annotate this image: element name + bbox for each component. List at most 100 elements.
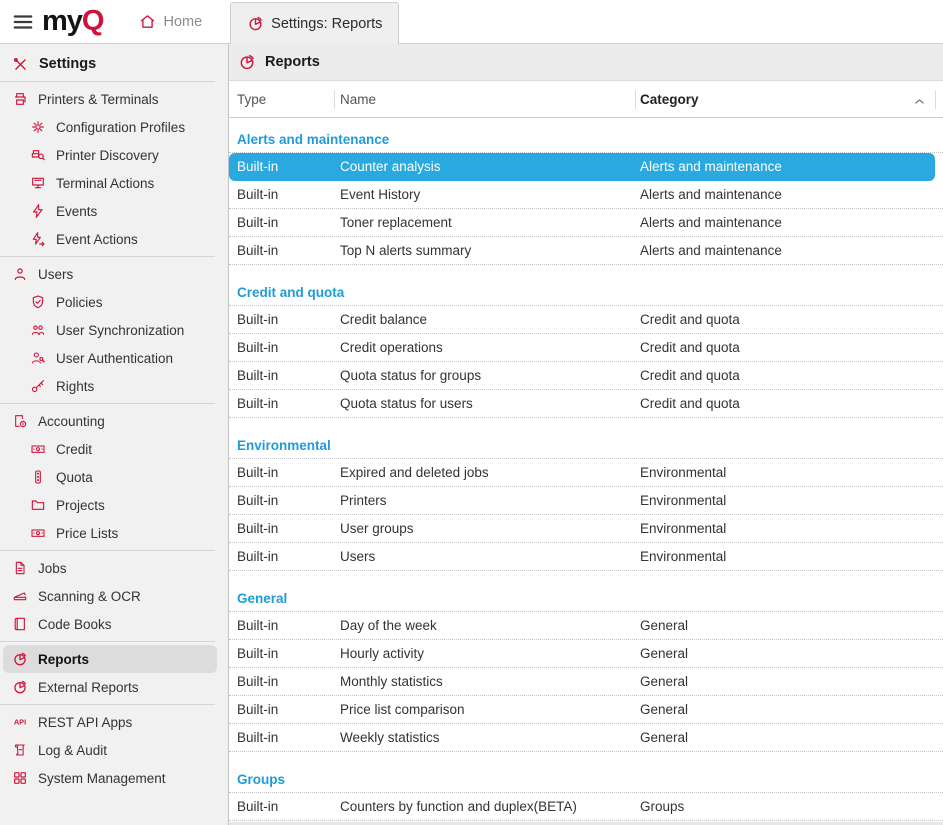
sidebar-item-configuration-profiles[interactable]: Configuration Profiles — [0, 113, 228, 141]
table-row[interactable]: Built-inUser groupsEnvironmental — [229, 515, 943, 543]
table-row[interactable]: Built-inEvent HistoryAlerts and maintena… — [229, 181, 943, 209]
sidebar-item-reports[interactable]: Reports — [3, 645, 217, 673]
table-row[interactable]: Built-inTop N alerts summaryAlerts and m… — [229, 237, 943, 265]
cell-type: Built-in — [237, 159, 340, 174]
sidebar-item-rest-api-apps[interactable]: REST API Apps — [0, 708, 228, 736]
table-row[interactable]: Built-inCounter analysisAlerts and maint… — [229, 153, 935, 181]
sidebar-item-jobs[interactable]: Jobs — [0, 554, 228, 582]
sidebar-item-label: User Authentication — [56, 351, 173, 366]
cell-category: Alerts and maintenance — [640, 159, 935, 174]
sidebar-item-label: REST API Apps — [38, 715, 132, 730]
pie-chart-icon — [12, 651, 28, 667]
sidebar-item-rights[interactable]: Rights — [0, 372, 228, 400]
table-group-environmental: Environmental Built-inExpired and deleted… — [229, 432, 943, 571]
printer-search-icon — [30, 147, 46, 163]
sidebar-item-scanning-ocr[interactable]: Scanning & OCR — [0, 582, 228, 610]
tab-label: Home — [163, 14, 202, 30]
cell-name: Credit balance — [340, 312, 640, 327]
sidebar-item-log-audit[interactable]: Log & Audit — [0, 736, 228, 764]
tab-home[interactable]: Home — [123, 0, 218, 44]
banknote-icon — [30, 441, 46, 457]
cell-name: Monthly statistics — [340, 674, 640, 689]
top-bar: myQ Home Settings: Reports — [0, 0, 943, 44]
sidebar-item-system-management[interactable]: System Management — [0, 764, 228, 792]
sidebar-item-user-synchronization[interactable]: User Synchronization — [0, 316, 228, 344]
cell-category: General — [640, 646, 943, 661]
users-icon — [30, 322, 46, 338]
table-row[interactable]: Built-inCounters by function and duplex(… — [229, 793, 943, 821]
sidebar-item-policies[interactable]: Policies — [0, 288, 228, 316]
pie-chart-icon — [247, 15, 264, 32]
table-row[interactable]: Built-inQuota status for groupsCredit an… — [229, 362, 943, 390]
sidebar-item-label: Scanning & OCR — [38, 589, 141, 604]
grid-icon — [12, 770, 28, 786]
sidebar-item-label: Event Actions — [56, 232, 138, 247]
column-divider — [635, 90, 636, 109]
table-row[interactable]: Built-inUsersEnvironmental — [229, 543, 943, 571]
cell-type: Built-in — [237, 702, 340, 717]
cell-name: Weekly statistics — [340, 730, 640, 745]
table-row[interactable]: Built-inExpired and deleted jobsEnvironm… — [229, 459, 943, 487]
sidebar-item-external-reports[interactable]: External Reports — [0, 673, 228, 701]
column-header-name[interactable]: Name — [340, 92, 640, 107]
printer-icon — [12, 91, 28, 107]
scroll-icon — [12, 742, 28, 758]
sidebar-item-price-lists[interactable]: Price Lists — [0, 519, 228, 547]
sidebar-item-user-authentication[interactable]: User Authentication — [0, 344, 228, 372]
reports-table: Alerts and maintenanceBuilt-inCounter an… — [229, 118, 943, 822]
table-row[interactable]: Built-inPrice list comparisonGeneral — [229, 696, 943, 724]
menu-button[interactable] — [8, 7, 38, 37]
sort-ascending-icon[interactable] — [912, 94, 927, 109]
myq-logo[interactable]: myQ — [42, 7, 103, 36]
sidebar-item-projects[interactable]: Projects — [0, 491, 228, 519]
sidebar-item-code-books[interactable]: Code Books — [0, 610, 228, 638]
cell-category: Credit and quota — [640, 396, 943, 411]
sidebar-item-label: Credit — [56, 442, 92, 457]
table-row[interactable]: Built-inWeekly statisticsGeneral — [229, 724, 943, 752]
cell-category: General — [640, 618, 943, 633]
table-row[interactable]: Built-inQuota status for usersCredit and… — [229, 390, 943, 418]
user-key-icon — [30, 350, 46, 366]
shield-check-icon — [30, 294, 46, 310]
sidebar-item-quota[interactable]: Quota — [0, 463, 228, 491]
table-row[interactable]: Built-inPrintersEnvironmental — [229, 487, 943, 515]
sidebar-item-event-actions[interactable]: Event Actions — [0, 225, 228, 253]
document-coin-icon — [12, 413, 28, 429]
sidebar-separator — [0, 641, 215, 642]
hamburger-icon — [12, 11, 34, 33]
table-row[interactable]: Built-inMonthly statisticsGeneral — [229, 668, 943, 696]
document-icon — [12, 560, 28, 576]
sidebar-item-label: System Management — [38, 771, 166, 786]
sidebar-item-events[interactable]: Events — [0, 197, 228, 225]
table-row[interactable]: Built-inHourly activityGeneral — [229, 640, 943, 668]
sidebar-item-accounting[interactable]: Accounting — [0, 407, 228, 435]
table-row[interactable]: Built-inToner replacementAlerts and main… — [229, 209, 943, 237]
table-row[interactable]: Built-inDay of the weekGeneral — [229, 612, 943, 640]
cell-category: Groups — [640, 799, 943, 814]
tools-icon — [12, 56, 29, 73]
sidebar-item-label: Jobs — [38, 561, 67, 576]
column-header-category[interactable]: Category — [640, 92, 943, 107]
api-icon — [12, 714, 28, 730]
sidebar-item-label: Users — [38, 267, 73, 282]
cell-category: Credit and quota — [640, 312, 943, 327]
column-header-type[interactable]: Type — [237, 92, 340, 107]
settings-sidebar: Settings Printers & TerminalsConfigurati… — [0, 44, 229, 825]
sidebar-item-users[interactable]: Users — [0, 260, 228, 288]
cell-category: Environmental — [640, 493, 943, 508]
sidebar-item-printers-terminals[interactable]: Printers & Terminals — [0, 85, 228, 113]
tab-settings-reports[interactable]: Settings: Reports — [230, 2, 399, 44]
sidebar-item-label: Terminal Actions — [56, 176, 154, 191]
sidebar-item-terminal-actions[interactable]: Terminal Actions — [0, 169, 228, 197]
table-row[interactable]: Built-inCredit balanceCredit and quota — [229, 306, 943, 334]
sidebar-item-credit[interactable]: Credit — [0, 435, 228, 463]
cell-type: Built-in — [237, 396, 340, 411]
lightning-icon — [30, 203, 46, 219]
table-row[interactable]: Built-inCredit operationsCredit and quot… — [229, 334, 943, 362]
table-group-alerts-and-maintenance: Alerts and maintenanceBuilt-inCounter an… — [229, 126, 943, 265]
cell-category: Environmental — [640, 521, 943, 536]
gear-icon — [30, 119, 46, 135]
cell-name: Event History — [340, 187, 640, 202]
sidebar-item-printer-discovery[interactable]: Printer Discovery — [0, 141, 228, 169]
cell-type: Built-in — [237, 465, 340, 480]
